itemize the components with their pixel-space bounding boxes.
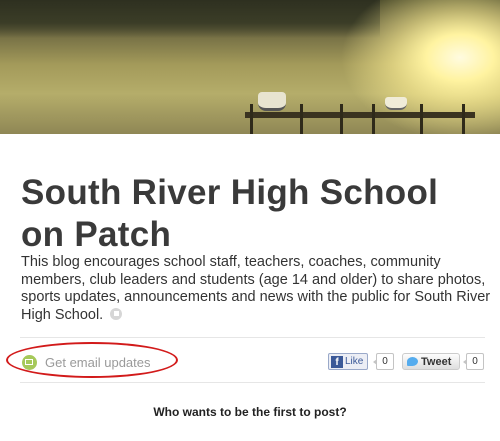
- divider: [20, 337, 485, 338]
- facebook-like-button[interactable]: f Like: [328, 353, 368, 370]
- tweet-count: 0: [463, 353, 484, 370]
- header-banner-image: [0, 0, 500, 134]
- facebook-like-label: Like: [345, 356, 364, 367]
- twitter-bird-icon: [407, 357, 418, 366]
- tweet-button[interactable]: Tweet: [402, 353, 460, 370]
- empty-feed-prompt: Who wants to be the first to post?: [153, 405, 347, 419]
- facebook-like-count: 0: [373, 353, 394, 370]
- flag-icon[interactable]: [110, 307, 123, 320]
- blog-description: This blog encourages school staff, teach…: [21, 254, 491, 324]
- divider: [20, 382, 485, 383]
- banner-shoreline: [0, 0, 380, 38]
- page-title: South River High School on Patch: [21, 173, 439, 254]
- banner-boat: [258, 92, 286, 111]
- banner-dock: [245, 112, 475, 118]
- facebook-icon: f: [331, 355, 343, 368]
- description-text: This blog encourages school staff, teach…: [21, 254, 491, 323]
- banner-boat: [385, 97, 407, 110]
- tweet-label: Tweet: [421, 355, 452, 368]
- highlight-annotation-circle: [6, 342, 178, 378]
